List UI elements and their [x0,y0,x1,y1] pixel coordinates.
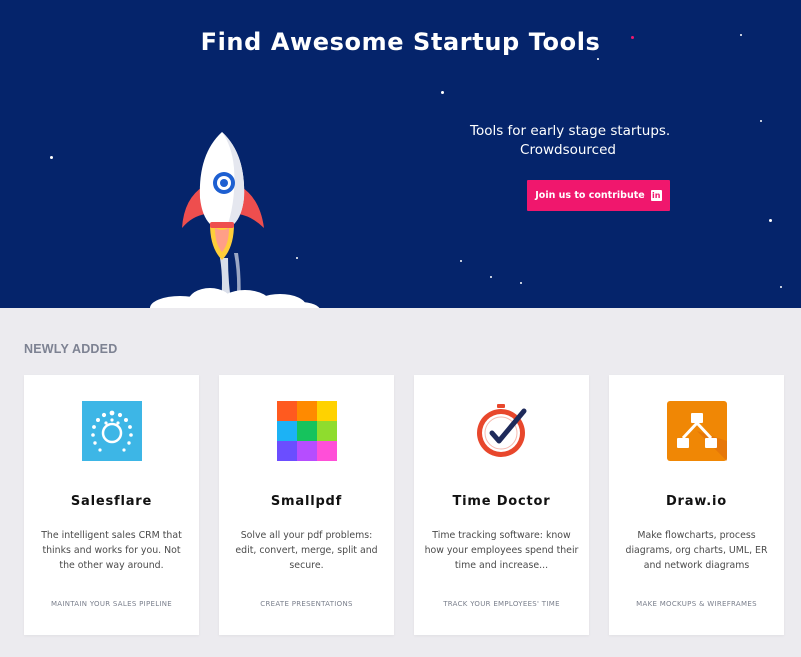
rocket-icon [150,132,320,308]
tagline-line: Tools for early stage startups. [470,123,671,139]
page-title: Find Awesome Startup Tools [200,28,601,56]
join-contribute-label: Join us to contribute [535,190,645,201]
star [441,91,444,94]
tool-card-salesflare[interactable]: Salesflare The intelligent sales CRM tha… [24,375,199,635]
star [760,120,762,122]
linkedin-icon: in [650,190,662,201]
time-doctor-logo-icon [477,404,527,457]
tool-name: Salesflare [70,494,153,509]
tool-description: The intelligent sales CRM that thinks an… [41,530,182,571]
tagline-line: Crowdsourced [520,142,616,158]
star [769,219,772,222]
star [460,260,462,262]
tool-name: Time Doctor [452,494,551,509]
join-contribute-button[interactable]: Join us to contribute in [527,180,670,211]
tool-description: Solve all your pdf problems: edit, conve… [235,530,378,571]
star [597,58,599,60]
tool-name: Smallpdf [270,494,343,509]
salesflare-logo-icon [82,401,142,461]
tool-card-drawio[interactable]: Draw.io Make flowcharts, process diagram… [609,375,784,635]
hero-banner: Find Awesome Startup Tools Tools for ear… [0,0,801,308]
star [780,286,782,288]
tool-category[interactable]: CREATE PRESENTATIONS [219,600,394,608]
tagline: Tools for early stage startups. Crowdsou… [470,122,671,160]
tool-category[interactable]: MAINTAIN YOUR SALES PIPELINE [24,600,199,608]
tool-card-time-doctor[interactable]: Time Doctor Time tracking software: know… [414,375,589,635]
tool-description: Make flowcharts, process diagrams, org c… [625,530,768,571]
drawio-logo-icon [667,401,727,461]
star [50,156,53,159]
tool-card-smallpdf[interactable]: Smallpdf Solve all your pdf problems: ed… [219,375,394,635]
star [520,282,522,284]
star [490,276,492,278]
tool-description: Time tracking software: know how your em… [424,530,579,571]
tool-name: Draw.io [665,494,728,509]
section-title: NEWLY ADDED [24,342,118,356]
smallpdf-logo-icon [277,401,337,461]
tool-category[interactable]: TRACK YOUR EMPLOYEES' TIME [414,600,589,608]
tool-category[interactable]: MAKE MOCKUPS & WIREFRAMES [609,600,784,608]
